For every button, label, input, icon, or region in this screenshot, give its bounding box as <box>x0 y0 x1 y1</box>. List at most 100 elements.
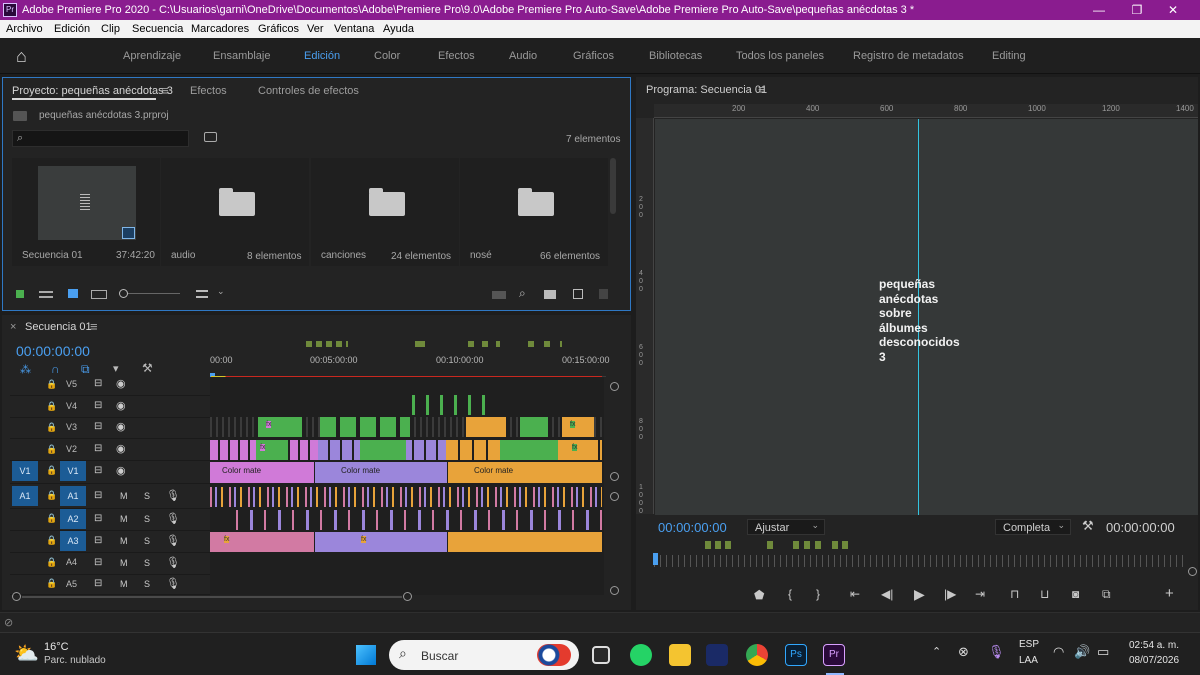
close-icon[interactable]: ✕ <box>1165 2 1181 18</box>
lock-icon[interactable]: 🔒 <box>46 578 57 589</box>
audio-scroll-handle[interactable] <box>610 586 619 595</box>
camera-icon[interactable]: ◙ <box>1072 587 1079 601</box>
chevron-down-icon[interactable]: ⌄ <box>217 286 225 297</box>
marker[interactable] <box>767 541 773 549</box>
lock-icon[interactable]: 🔒 <box>46 490 57 501</box>
lock-icon[interactable]: 🔒 <box>46 422 57 433</box>
minimize-icon[interactable]: — <box>1091 2 1107 18</box>
automate-icon[interactable] <box>492 291 506 299</box>
track-target-a3[interactable]: A3 <box>60 531 86 551</box>
clock-time[interactable]: 02:54 a. m. <box>1129 640 1179 651</box>
tab-proyecto[interactable]: Proyecto: pequeñas anécdotas 3 <box>12 85 173 97</box>
timeline-scroll-start[interactable] <box>12 592 21 601</box>
language-code[interactable]: ESP <box>1019 639 1039 650</box>
solo-button[interactable]: S <box>144 558 150 568</box>
battery-icon[interactable]: ▭ <box>1097 644 1109 660</box>
clip-v2[interactable] <box>500 440 558 460</box>
lock-icon[interactable] <box>16 290 24 298</box>
sync-lock-icon[interactable]: ⊟ <box>94 557 102 568</box>
track-target-a2[interactable]: A2 <box>60 509 86 529</box>
lock-icon[interactable]: 🔒 <box>46 444 57 455</box>
clip-v3[interactable]: fx <box>258 417 302 437</box>
weather-desc[interactable]: Parc. nublado <box>44 655 106 666</box>
marker-group[interactable] <box>528 341 562 347</box>
lock-icon[interactable]: 🔒 <box>46 465 57 476</box>
timeline-timecode[interactable]: 00:00:00:00 <box>16 343 90 359</box>
solo-button[interactable]: S <box>144 579 150 589</box>
task-view-icon[interactable] <box>592 646 610 664</box>
audio-scroll-handle[interactable] <box>610 492 619 501</box>
timeline-horizontal-scrollbar[interactable] <box>22 596 402 598</box>
workspace-color[interactable]: Color <box>374 50 400 62</box>
clip-a3[interactable] <box>448 532 602 552</box>
microphone-icon[interactable]: 🎙 <box>166 556 180 569</box>
clock-date[interactable]: 08/07/2026 <box>1129 655 1179 666</box>
menu-edicion[interactable]: Edición <box>54 23 90 35</box>
clip-a2[interactable] <box>236 510 602 530</box>
clip-v3[interactable] <box>520 417 548 437</box>
zoom-slider-track[interactable] <box>128 293 180 294</box>
search-input[interactable]: ⌕ <box>12 130 189 147</box>
clip-v4[interactable] <box>412 395 486 415</box>
menu-archivo[interactable]: Archivo <box>6 23 43 35</box>
zoom-slider-handle[interactable] <box>119 289 128 298</box>
microphone-icon[interactable]: 🎙 <box>166 534 180 547</box>
tab-efectos[interactable]: Efectos <box>190 85 227 97</box>
workspace-registro-metadatos[interactable]: Registro de metadatos <box>853 50 964 62</box>
track-header-a2[interactable]: 🔒 A2 ⊟ M S 🎙 <box>10 509 210 531</box>
track-header-v1[interactable]: V1 🔒 V1 ⊟ ◉ <box>10 461 210 484</box>
sync-lock-icon[interactable]: ⊟ <box>94 465 102 476</box>
sync-lock-icon[interactable]: ⊟ <box>94 490 102 501</box>
find-icon[interactable]: ⌕ <box>519 286 526 301</box>
workspace-graficos[interactable]: Gráficos <box>573 50 614 62</box>
menu-ventana[interactable]: Ventana <box>334 23 374 35</box>
track-target-v1[interactable]: V1 <box>60 461 86 481</box>
clip-v3[interactable]: fx <box>562 417 594 437</box>
microphone-icon[interactable]: 🎙 <box>166 489 180 502</box>
eye-icon[interactable]: ◉ <box>116 420 126 433</box>
clip-color-mate[interactable]: Color mate <box>448 462 602 483</box>
quality-dropdown[interactable]: Completa ⌄ <box>995 519 1071 535</box>
tab-secuencia-01[interactable]: Secuencia 01 <box>25 321 92 333</box>
track-header-a4[interactable]: 🔒 A4 ⊟ M S 🎙 <box>10 553 210 575</box>
antivirus-icon[interactable]: ⊗ <box>958 644 969 660</box>
lock-icon[interactable]: 🔒 <box>46 401 57 412</box>
microphone-icon[interactable]: 🎙 <box>166 577 180 590</box>
chevron-up-icon[interactable]: ⌃ <box>932 645 941 658</box>
mark-in-icon[interactable]: { <box>788 587 792 601</box>
menu-ayuda[interactable]: Ayuda <box>383 23 414 35</box>
workspace-editing[interactable]: Editing <box>992 50 1026 62</box>
clip-a1[interactable] <box>210 487 602 507</box>
sync-lock-icon[interactable]: ⊟ <box>94 535 102 546</box>
workspace-edicion[interactable]: Edición <box>304 50 340 62</box>
track-header-v3[interactable]: 🔒 V3 ⊟ ◉ <box>10 418 210 439</box>
weather-temp[interactable]: 16°C <box>44 641 69 653</box>
marker[interactable] <box>415 341 425 347</box>
mark-out-icon[interactable]: } <box>816 587 820 601</box>
program-video-frame[interactable]: pequeñas anécdotas sobre álbumes descono… <box>655 119 1198 515</box>
track-target-a1[interactable]: A1 <box>60 486 86 506</box>
sort-icon[interactable] <box>196 290 208 298</box>
mute-button[interactable]: M <box>120 514 128 524</box>
photoshop-icon[interactable]: Ps <box>785 644 807 666</box>
go-to-in-icon[interactable]: ⇤ <box>850 587 860 601</box>
clip-v3[interactable] <box>466 417 506 437</box>
mute-button[interactable]: M <box>120 579 128 589</box>
clip-v2[interactable]: fx <box>256 440 288 460</box>
step-back-icon[interactable]: ◀| <box>881 587 893 601</box>
track-header-a5[interactable]: 🔒 A5 ⊟ M S 🎙 <box>10 575 210 595</box>
workspace-efectos[interactable]: Efectos <box>438 50 475 62</box>
clip-v2[interactable]: fx <box>568 440 590 460</box>
eye-icon[interactable]: ◉ <box>116 399 126 412</box>
list-view-icon[interactable] <box>39 291 53 298</box>
workspace-bibliotecas[interactable]: Bibliotecas <box>649 50 702 62</box>
title-overlay-text[interactable]: pequeñas anécdotas sobre álbumes descono… <box>879 277 960 365</box>
clip-v2[interactable] <box>360 440 406 460</box>
playhead-handle[interactable] <box>653 553 658 565</box>
track-header-a1[interactable]: A1 🔒 A1 ⊟ M S 🎙 <box>10 486 210 509</box>
clip-a3[interactable]: fx <box>315 532 447 552</box>
panel-menu-icon[interactable]: ≡ <box>161 83 169 98</box>
sync-lock-icon[interactable]: ⊟ <box>94 421 102 432</box>
lock-icon[interactable]: 🔒 <box>46 379 57 390</box>
mute-button[interactable]: M <box>120 491 128 501</box>
